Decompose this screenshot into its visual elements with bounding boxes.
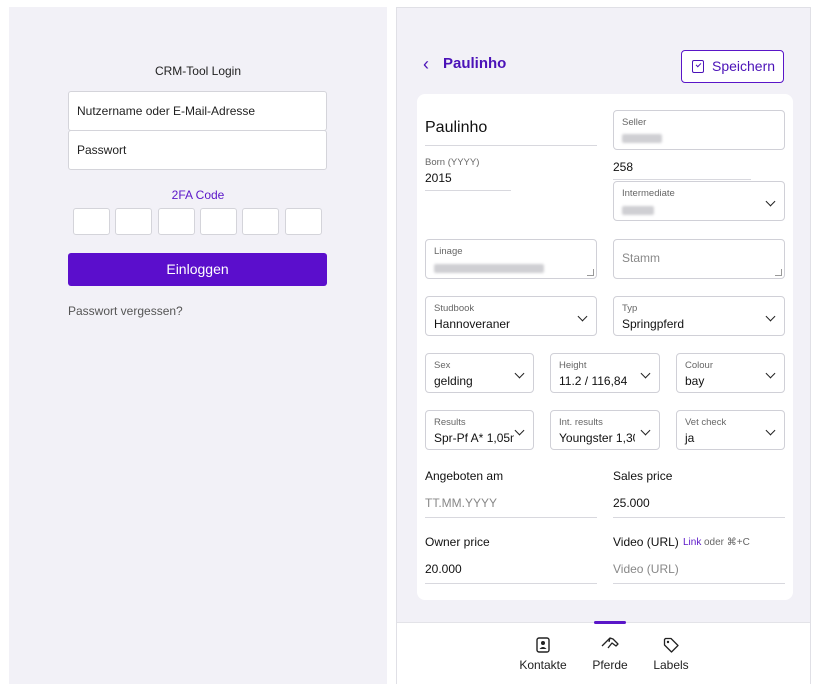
chevron-down-icon: [514, 425, 525, 436]
video-label: Video (URL): [613, 535, 679, 549]
chevron-down-icon: [640, 425, 651, 436]
checklist-icon: [692, 60, 704, 73]
born-input[interactable]: 2015: [425, 171, 452, 185]
resize-handle-icon[interactable]: [587, 269, 594, 276]
number-underline: [613, 179, 751, 180]
sex-value: gelding: [434, 374, 473, 388]
page-title: Paulinho: [443, 55, 507, 72]
int-results-select[interactable]: Int. results Youngster 1,30m: [550, 410, 660, 450]
horse-icon: [601, 637, 619, 649]
horse-name-field[interactable]: Paulinho: [425, 119, 487, 137]
stamm-placeholder: Stamm: [622, 251, 661, 265]
intermediate-value-redacted: [622, 204, 654, 218]
linage-value-redacted: [434, 262, 544, 276]
born-label: Born (YYYY): [425, 157, 480, 168]
linage-textarea[interactable]: Linage: [425, 239, 597, 279]
password-input[interactable]: Passwort: [68, 130, 327, 170]
intermediate-select[interactable]: Intermediate: [613, 181, 785, 221]
height-value: 11.2 / 116,84: [559, 374, 628, 388]
results-value: Spr-Pf A* 1,05m: [434, 431, 514, 445]
save-label: Speichern: [712, 58, 776, 74]
video-input[interactable]: Video (URL): [613, 562, 679, 576]
owner-price-label: Owner price: [425, 535, 490, 549]
int-results-label: Int. results: [559, 417, 603, 428]
twofa-digit-input[interactable]: [158, 208, 195, 235]
vet-check-select[interactable]: Vet check ja: [676, 410, 785, 450]
chevron-down-icon: [765, 196, 776, 207]
typ-value: Springpferd: [622, 317, 685, 331]
nav-label: Kontakte: [519, 658, 567, 672]
seller-label: Seller: [622, 117, 647, 128]
chevron-down-icon: [577, 311, 588, 322]
sex-label: Sex: [434, 360, 451, 371]
tag-icon: [663, 637, 679, 653]
linage-label: Linage: [434, 246, 463, 257]
twofa-digit-input[interactable]: [73, 208, 110, 235]
login-panel: CRM-Tool Login Nutzername oder E-Mail-Ad…: [9, 7, 387, 684]
resize-handle-icon[interactable]: [775, 269, 782, 276]
studbook-label: Studbook: [434, 303, 475, 314]
seller-value-redacted: [622, 132, 662, 146]
studbook-value: Hannoveraner: [434, 317, 511, 331]
born-underline: [425, 190, 511, 191]
height-label: Height: [559, 360, 587, 371]
studbook-select[interactable]: Studbook Hannoveraner: [425, 296, 597, 336]
login-button[interactable]: Einloggen: [68, 253, 327, 286]
typ-label: Typ: [622, 303, 638, 314]
intermediate-label: Intermediate: [622, 188, 675, 199]
seller-field[interactable]: Seller: [613, 110, 785, 150]
vet-check-label: Vet check: [685, 417, 727, 428]
horse-detail-panel: ‹ Paulinho Speichern Paulinho Seller Bor…: [396, 7, 811, 684]
nav-item-labels[interactable]: Labels: [636, 623, 706, 683]
nav-label: Labels: [653, 658, 689, 672]
stamm-textarea[interactable]: Stamm: [613, 239, 785, 279]
chevron-down-icon: [640, 368, 651, 379]
nav-label: Pferde: [592, 658, 628, 672]
video-underline: [613, 583, 785, 584]
chevron-left-icon[interactable]: ‹: [423, 54, 429, 75]
offered-input[interactable]: TT.MM.YYYY: [425, 496, 497, 510]
twofa-digit-input[interactable]: [115, 208, 152, 235]
results-select[interactable]: Results Spr-Pf A* 1,05m: [425, 410, 534, 450]
video-hint: oder ⌘+C: [704, 537, 750, 548]
username-input[interactable]: Nutzername oder E-Mail-Adresse: [68, 91, 327, 131]
contact-card-icon: [536, 637, 550, 653]
twofa-digit-input[interactable]: [242, 208, 279, 235]
number-value: 258: [613, 160, 634, 174]
colour-label: Colour: [685, 360, 713, 371]
video-link[interactable]: Link: [683, 537, 701, 548]
offered-underline: [425, 517, 597, 518]
colour-select[interactable]: Colour bay: [676, 353, 785, 393]
results-label: Results: [434, 417, 466, 428]
bottom-nav: Kontakte Pferde Labels: [397, 621, 810, 684]
twofa-digit-input[interactable]: [285, 208, 322, 235]
chevron-down-icon: [765, 368, 776, 379]
horse-form: Paulinho Seller Born (YYYY) 2015 258 Int…: [417, 94, 793, 600]
name-underline: [425, 145, 597, 146]
owner-price-underline: [425, 583, 597, 584]
sales-price-label: Sales price: [613, 469, 673, 483]
int-results-value: Youngster 1,30m: [559, 431, 635, 445]
typ-select[interactable]: Typ Springpferd: [613, 296, 785, 336]
sales-price-underline: [613, 517, 785, 518]
offered-label: Angeboten am: [425, 469, 504, 483]
height-select[interactable]: Height 11.2 / 116,84: [550, 353, 660, 393]
login-title: CRM-Tool Login: [154, 64, 242, 78]
vet-check-value: ja: [685, 431, 695, 445]
colour-value: bay: [685, 374, 705, 388]
forgot-password-link[interactable]: Passwort vergessen?: [68, 304, 183, 318]
twofa-digit-input[interactable]: [200, 208, 237, 235]
twofa-label: 2FA Code: [171, 188, 225, 202]
sex-select[interactable]: Sex gelding: [425, 353, 534, 393]
chevron-down-icon: [765, 425, 776, 436]
sales-price-input[interactable]: 25.000: [613, 496, 650, 510]
chevron-down-icon: [765, 311, 776, 322]
nav-item-kontakte[interactable]: Kontakte: [508, 623, 578, 683]
nav-item-pferde[interactable]: Pferde: [575, 623, 645, 683]
save-button[interactable]: Speichern: [681, 50, 784, 83]
owner-price-input[interactable]: 20.000: [425, 562, 462, 576]
chevron-down-icon: [514, 368, 525, 379]
